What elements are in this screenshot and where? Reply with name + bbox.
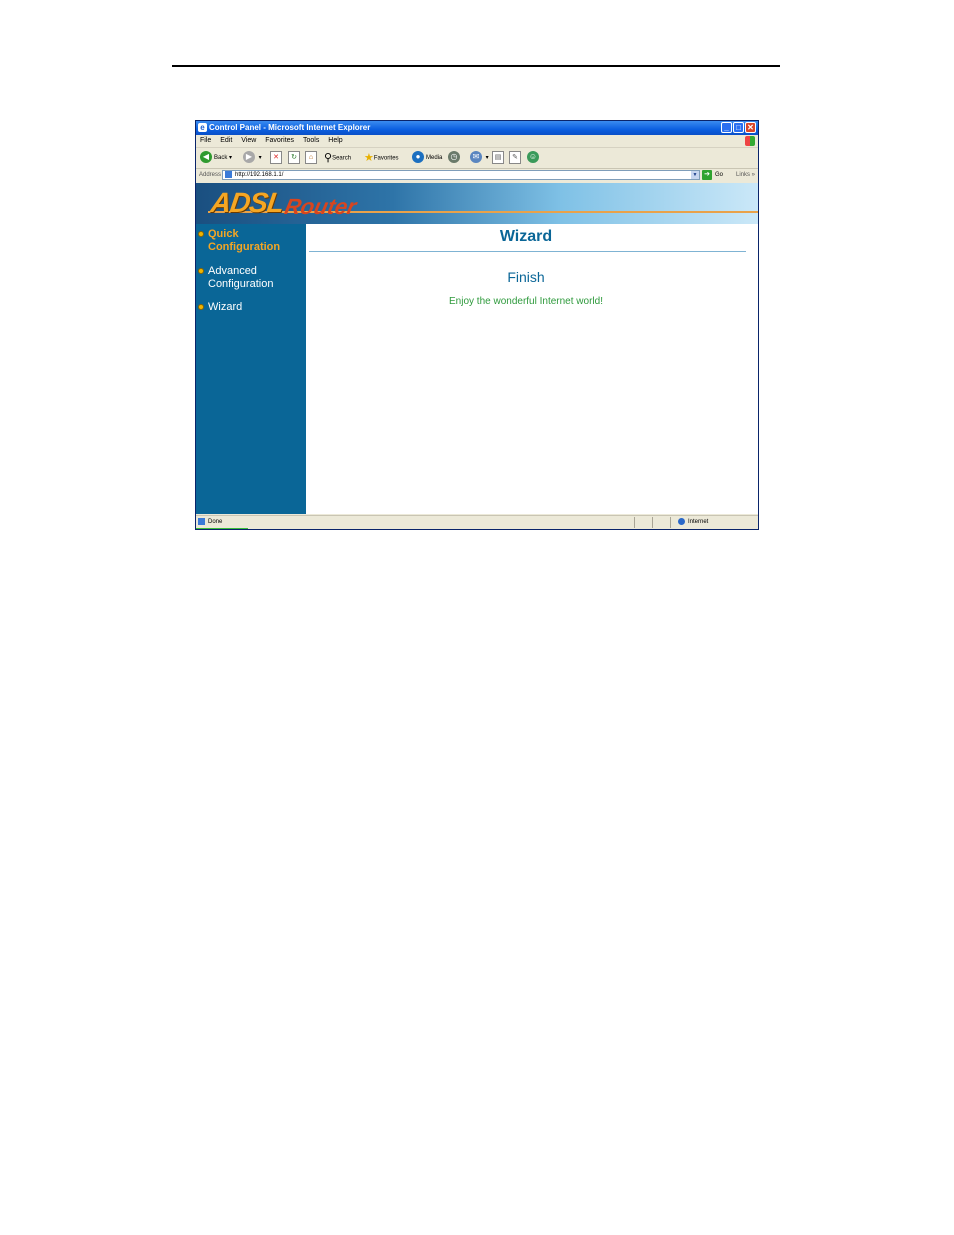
history-button[interactable]: ◷	[448, 148, 462, 168]
address-dropdown-icon[interactable]: ▼	[691, 171, 699, 179]
bullet-icon	[198, 231, 204, 237]
finish-message: Enjoy the wonderful Internet world!	[449, 296, 603, 307]
edit-icon: ✎	[509, 150, 521, 164]
history-icon: ◷	[448, 151, 460, 164]
search-icon: ⚲	[324, 152, 333, 164]
windows-logo-icon	[745, 136, 755, 146]
stop-button[interactable]: ✕	[270, 148, 282, 168]
links-label: Links	[736, 172, 751, 178]
close-button[interactable]: ✕	[745, 122, 756, 133]
title-divider	[309, 251, 746, 252]
menu-tools[interactable]: Tools	[303, 135, 319, 147]
minimize-button[interactable]: _	[721, 122, 732, 133]
status-bar: Done Internet	[196, 515, 758, 529]
stop-icon: ✕	[270, 150, 282, 164]
media-icon: ●	[412, 151, 424, 164]
sidebar: Quick Configuration Advanced Configurati…	[196, 224, 306, 514]
back-arrow-icon: ◀	[200, 151, 212, 164]
page-title: Wizard	[499, 228, 553, 245]
back-button[interactable]: ◀ Back ▾	[200, 148, 232, 168]
favorites-label: Favorites	[373, 155, 399, 162]
page-viewport: ADSL Router Quick Configuration Advanced…	[196, 183, 758, 514]
sidebar-item-label: Advanced Configuration	[208, 265, 274, 290]
maximize-button[interactable]: □	[733, 122, 744, 133]
page-icon	[198, 517, 205, 525]
media-button[interactable]: ● Media	[412, 148, 442, 168]
toolbar: ◀ Back ▾ ▶ ▾ ✕ ↻ ⌂ ⚲Search ★Favorites ● Me…	[196, 148, 758, 169]
router-banner: ADSL Router	[196, 183, 758, 224]
ie-icon: e	[198, 123, 207, 132]
progress-indicator	[196, 528, 248, 529]
home-icon: ⌂	[305, 150, 317, 164]
status-separator	[634, 517, 635, 528]
globe-icon	[678, 517, 685, 525]
star-icon: ★	[364, 152, 374, 164]
messenger-icon: ☺	[527, 151, 539, 164]
main-content: Wizard Finish Enjoy the wonderful Intern…	[306, 224, 758, 514]
messenger-button[interactable]: ☺	[527, 148, 541, 168]
browser-window: e Control Panel - Microsoft Internet Exp…	[195, 120, 759, 530]
search-button[interactable]: ⚲Search	[324, 148, 351, 168]
address-url: http://192.168.1.1/	[235, 172, 284, 179]
refresh-icon: ↻	[288, 150, 300, 164]
go-button[interactable]: Go	[715, 169, 723, 182]
sidebar-item-label: Wizard	[208, 301, 243, 313]
title-bar[interactable]: e Control Panel - Microsoft Internet Exp…	[196, 121, 758, 135]
logo-router: Router	[282, 194, 359, 219]
search-label: Search	[332, 155, 352, 162]
address-label: Address	[199, 172, 222, 178]
zone-label: Internet	[688, 519, 709, 525]
media-label: Media	[426, 155, 443, 161]
refresh-button[interactable]: ↻	[288, 148, 300, 168]
printer-icon: ▤	[492, 150, 504, 164]
mail-icon: ✉	[470, 151, 482, 164]
finish-heading: Finish	[507, 269, 545, 285]
edit-button[interactable]: ✎	[509, 148, 521, 168]
menu-help[interactable]: Help	[328, 135, 342, 147]
menu-view[interactable]: View	[241, 135, 256, 147]
address-bar: Address http://192.168.1.1/ ▼ ➔ Go Links…	[196, 169, 758, 182]
status-separator	[652, 517, 653, 528]
favorites-button[interactable]: ★Favorites	[364, 148, 399, 168]
home-button[interactable]: ⌂	[305, 148, 317, 168]
menu-file[interactable]: File	[200, 135, 211, 147]
security-zone: Internet	[678, 516, 708, 529]
bullet-icon	[198, 268, 204, 274]
window-title: Control Panel - Microsoft Internet Explo…	[209, 123, 371, 132]
back-label: Back	[214, 155, 228, 161]
menu-favorites[interactable]: Favorites	[265, 135, 294, 147]
mail-button[interactable]: ✉ ▾	[470, 148, 489, 168]
logo-adsl: ADSL	[208, 187, 286, 218]
page-top-rule	[172, 65, 780, 67]
links-button[interactable]: Links »	[736, 169, 755, 182]
forward-button[interactable]: ▶ ▾	[243, 148, 262, 168]
page-icon	[225, 171, 232, 178]
status-label: Done	[208, 519, 223, 525]
sidebar-item-label: Quick Configuration	[208, 228, 281, 253]
menu-bar: File Edit View Favorites Tools Help	[196, 135, 758, 148]
menu-edit[interactable]: Edit	[220, 135, 232, 147]
go-arrow-icon[interactable]: ➔	[702, 170, 712, 180]
status-separator	[670, 517, 671, 528]
bullet-icon	[198, 304, 204, 310]
print-button[interactable]: ▤	[492, 148, 504, 168]
forward-arrow-icon: ▶	[243, 151, 255, 164]
address-input[interactable]: http://192.168.1.1/ ▼	[222, 170, 700, 180]
